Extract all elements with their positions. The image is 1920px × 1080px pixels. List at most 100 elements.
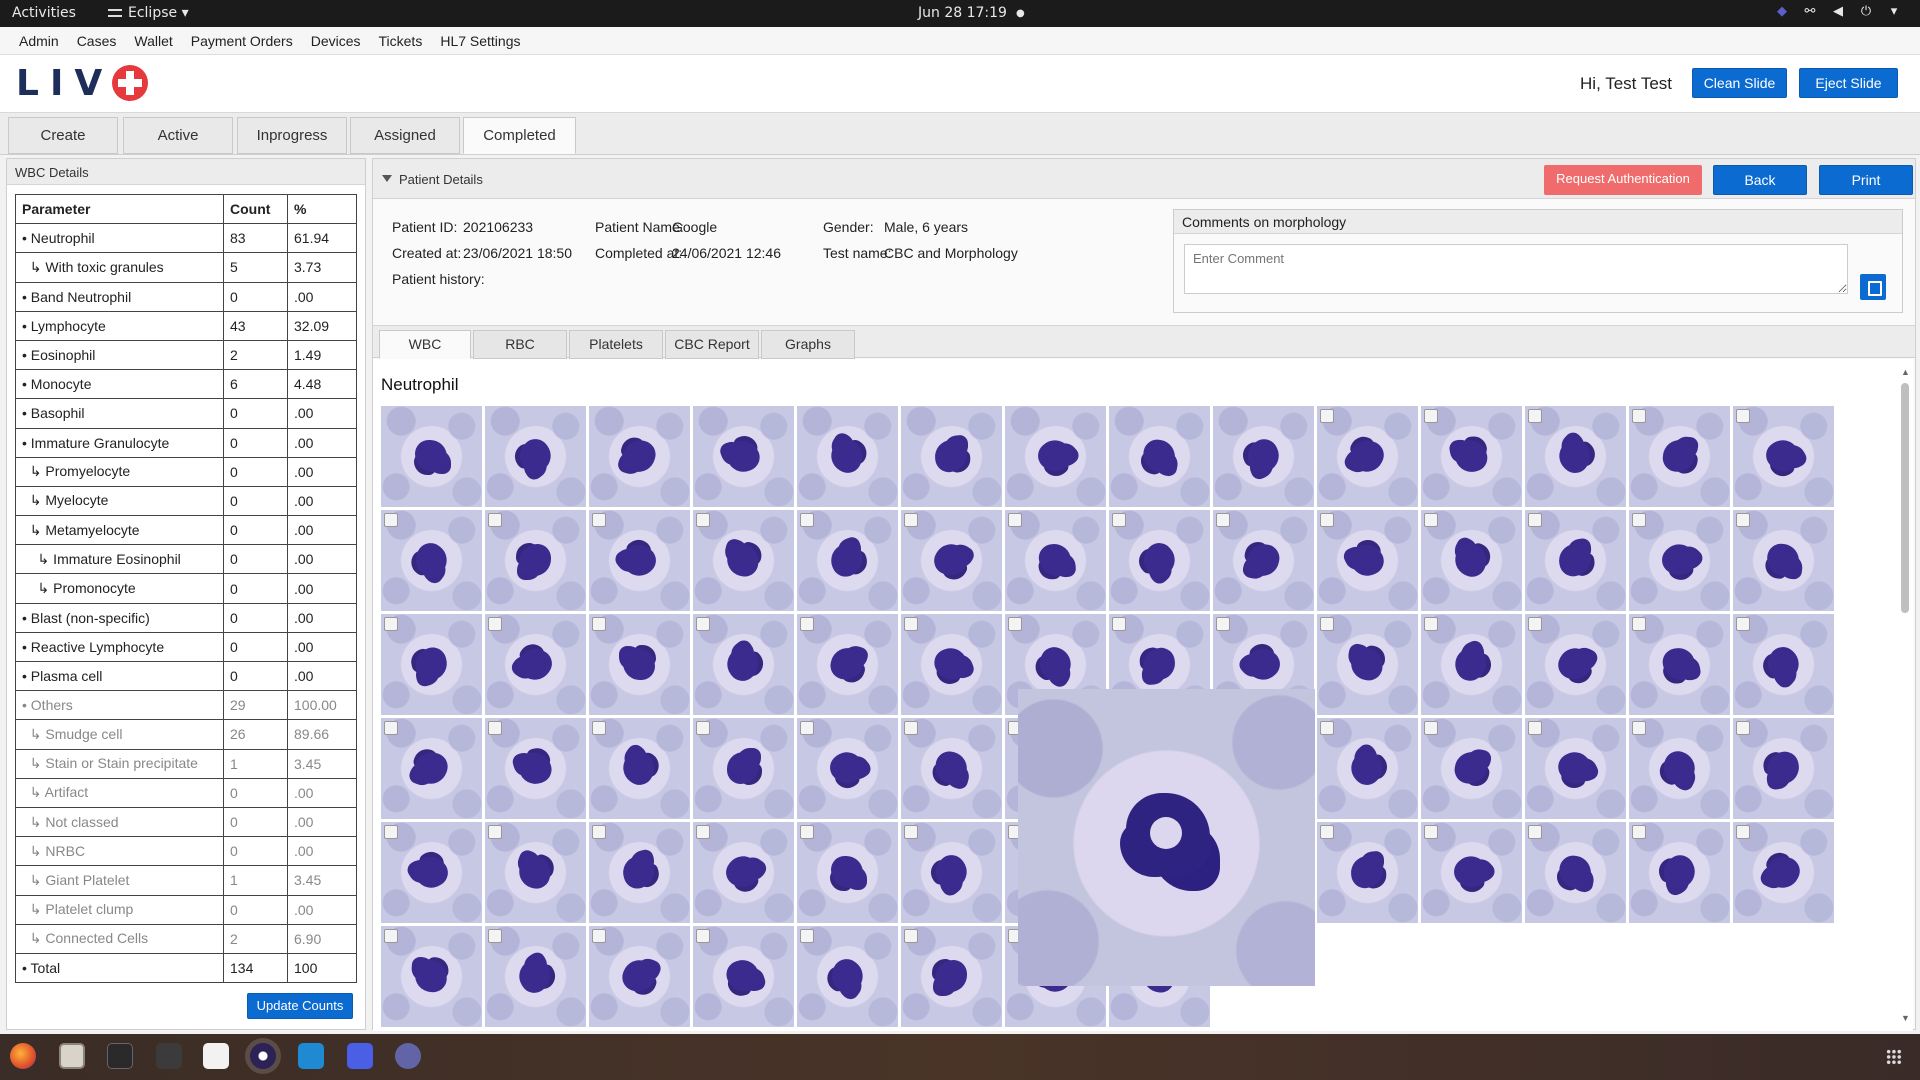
cell-thumbnail[interactable]: [1421, 614, 1522, 715]
power-icon[interactable]: ⏻: [1858, 4, 1874, 20]
cell-select-checkbox[interactable]: [1528, 721, 1542, 735]
cell-select-checkbox[interactable]: [1424, 617, 1438, 631]
cell-thumbnail[interactable]: [381, 718, 482, 819]
cell-select-checkbox[interactable]: [800, 513, 814, 527]
cell-thumbnail[interactable]: [485, 822, 586, 923]
cell-thumbnail[interactable]: [1629, 822, 1730, 923]
cell-select-checkbox[interactable]: [592, 929, 606, 943]
cell-thumbnail[interactable]: [1629, 614, 1730, 715]
cell-select-checkbox[interactable]: [1528, 409, 1542, 423]
cell-thumbnail[interactable]: [1213, 406, 1314, 507]
back-button[interactable]: Back: [1713, 165, 1807, 195]
cell-select-checkbox[interactable]: [1424, 825, 1438, 839]
cell-thumbnail[interactable]: [1525, 614, 1626, 715]
cell-select-checkbox[interactable]: [904, 825, 918, 839]
cell-thumbnail[interactable]: [1317, 718, 1418, 819]
cell-thumbnail[interactable]: [1733, 822, 1834, 923]
cell-select-checkbox[interactable]: [696, 929, 710, 943]
cell-select-checkbox[interactable]: [1632, 513, 1646, 527]
cell-select-checkbox[interactable]: [1528, 825, 1542, 839]
cell-thumbnail[interactable]: [797, 926, 898, 1027]
cell-select-checkbox[interactable]: [1632, 617, 1646, 631]
virtualbox-icon[interactable]: [347, 1043, 373, 1069]
tab-graphs[interactable]: Graphs: [761, 330, 855, 359]
files-icon[interactable]: [59, 1043, 85, 1069]
cell-thumbnail[interactable]: [901, 926, 1002, 1027]
cell-select-checkbox[interactable]: [1424, 513, 1438, 527]
menu-item[interactable]: Devices: [302, 27, 370, 54]
cell-thumbnail[interactable]: [693, 614, 794, 715]
cell-select-checkbox[interactable]: [1320, 825, 1334, 839]
clock[interactable]: Jun 28 17:19: [918, 5, 1007, 21]
cell-thumbnail[interactable]: [693, 718, 794, 819]
cell-select-checkbox[interactable]: [904, 929, 918, 943]
cell-select-checkbox[interactable]: [1736, 617, 1750, 631]
cell-thumbnail[interactable]: [1629, 718, 1730, 819]
cell-thumbnail[interactable]: [901, 614, 1002, 715]
cell-select-checkbox[interactable]: [1112, 617, 1126, 631]
cell-select-checkbox[interactable]: [696, 513, 710, 527]
menu-item[interactable]: Wallet: [125, 27, 181, 54]
firefox-icon[interactable]: [10, 1043, 36, 1069]
tab-active[interactable]: Active: [123, 117, 233, 154]
terminal-icon[interactable]: [107, 1043, 133, 1069]
cell-select-checkbox[interactable]: [696, 825, 710, 839]
cell-thumbnail[interactable]: [797, 718, 898, 819]
cell-thumbnail[interactable]: [1525, 510, 1626, 611]
cell-thumbnail[interactable]: [381, 406, 482, 507]
cell-thumbnail[interactable]: [1733, 406, 1834, 507]
request-authentication-button[interactable]: Request Authentication: [1544, 165, 1702, 195]
cell-select-checkbox[interactable]: [592, 825, 606, 839]
tab-wbc[interactable]: WBC: [379, 330, 471, 359]
cell-thumbnail[interactable]: [589, 718, 690, 819]
cell-thumbnail[interactable]: [485, 926, 586, 1027]
cell-thumbnail[interactable]: [1109, 406, 1210, 507]
cell-select-checkbox[interactable]: [1632, 721, 1646, 735]
cell-select-checkbox[interactable]: [384, 721, 398, 735]
tab-platelets[interactable]: Platelets: [569, 330, 663, 359]
update-counts-button[interactable]: Update Counts: [247, 993, 353, 1019]
cell-select-checkbox[interactable]: [592, 513, 606, 527]
cell-thumbnail[interactable]: [1317, 822, 1418, 923]
cell-thumbnail[interactable]: [589, 510, 690, 611]
comment-input[interactable]: [1184, 244, 1848, 294]
clean-slide-button[interactable]: Clean Slide: [1692, 68, 1787, 98]
cell-select-checkbox[interactable]: [1320, 721, 1334, 735]
cell-thumbnail[interactable]: [1421, 406, 1522, 507]
cell-thumbnail[interactable]: [1005, 406, 1106, 507]
cell-thumbnail[interactable]: [485, 718, 586, 819]
cell-select-checkbox[interactable]: [1528, 513, 1542, 527]
cell-select-checkbox[interactable]: [488, 825, 502, 839]
cell-thumbnail[interactable]: [693, 510, 794, 611]
app-menu[interactable]: Eclipse ▾: [108, 5, 189, 21]
cell-thumbnail[interactable]: [901, 822, 1002, 923]
cell-thumbnail[interactable]: [1317, 406, 1418, 507]
menu-item[interactable]: Cases: [68, 27, 126, 54]
cell-thumbnail[interactable]: [1213, 510, 1314, 611]
cell-thumbnail[interactable]: [1733, 718, 1834, 819]
patient-details-header[interactable]: Patient Details Request Authentication B…: [373, 159, 1915, 199]
cell-thumbnail[interactable]: [381, 926, 482, 1027]
scroll-down-icon[interactable]: ▼: [1901, 1013, 1910, 1023]
collapse-triangle-icon[interactable]: [382, 175, 392, 182]
tab-create[interactable]: Create: [8, 117, 118, 154]
chevron-down-icon[interactable]: ▾: [1886, 4, 1902, 20]
tab-completed[interactable]: Completed: [463, 117, 576, 154]
cell-thumbnail[interactable]: [693, 406, 794, 507]
cell-thumbnail[interactable]: [1525, 822, 1626, 923]
tab-rbc[interactable]: RBC: [473, 330, 567, 359]
cell-thumbnail[interactable]: [901, 718, 1002, 819]
cell-thumbnail[interactable]: [589, 926, 690, 1027]
cell-thumbnail[interactable]: [381, 614, 482, 715]
teams-icon[interactable]: ◆: [1774, 4, 1790, 20]
system-monitor-icon[interactable]: [156, 1043, 182, 1069]
cell-select-checkbox[interactable]: [800, 929, 814, 943]
cell-thumbnail[interactable]: [693, 822, 794, 923]
cell-select-checkbox[interactable]: [384, 617, 398, 631]
cell-select-checkbox[interactable]: [488, 929, 502, 943]
cell-select-checkbox[interactable]: [1736, 825, 1750, 839]
tab-inprogress[interactable]: Inprogress: [237, 117, 347, 154]
cell-select-checkbox[interactable]: [800, 617, 814, 631]
cell-thumbnail[interactable]: [589, 406, 690, 507]
cell-thumbnail[interactable]: [797, 510, 898, 611]
